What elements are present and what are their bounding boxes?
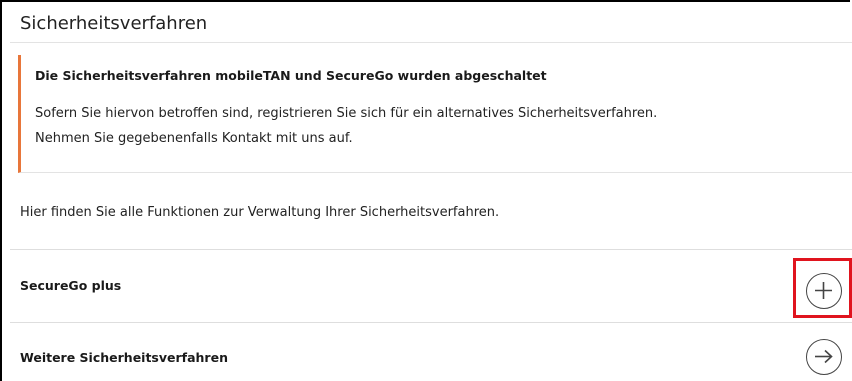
intro-text: Hier finden Sie alle Funktionen zur Verw… xyxy=(20,205,500,220)
notice-box: Die Sicherheitsverfahren mobileTAN und S… xyxy=(18,55,852,173)
row-label-weitere-sicherheitsverfahren: Weitere Sicherheitsverfahren xyxy=(20,350,228,365)
arrow-right-circle-icon xyxy=(815,349,833,364)
plus-circle-icon xyxy=(815,282,832,299)
section-header: Sicherheitsverfahren xyxy=(10,2,852,43)
notice-text-line-1: Sofern Sie hiervon betroffen sind, regis… xyxy=(35,106,658,121)
divider xyxy=(10,322,852,323)
open-weitere-sicherheitsverfahren-button[interactable] xyxy=(806,339,842,375)
notice-heading: Die Sicherheitsverfahren mobileTAN und S… xyxy=(35,68,547,83)
page-title: Sicherheitsverfahren xyxy=(20,13,208,34)
notice-text-line-2: Nehmen Sie gegebenenfalls Kontakt mit un… xyxy=(35,131,353,146)
add-securego-plus-button[interactable] xyxy=(806,273,842,309)
row-label-securego-plus: SecureGo plus xyxy=(20,278,122,293)
divider xyxy=(10,249,852,250)
